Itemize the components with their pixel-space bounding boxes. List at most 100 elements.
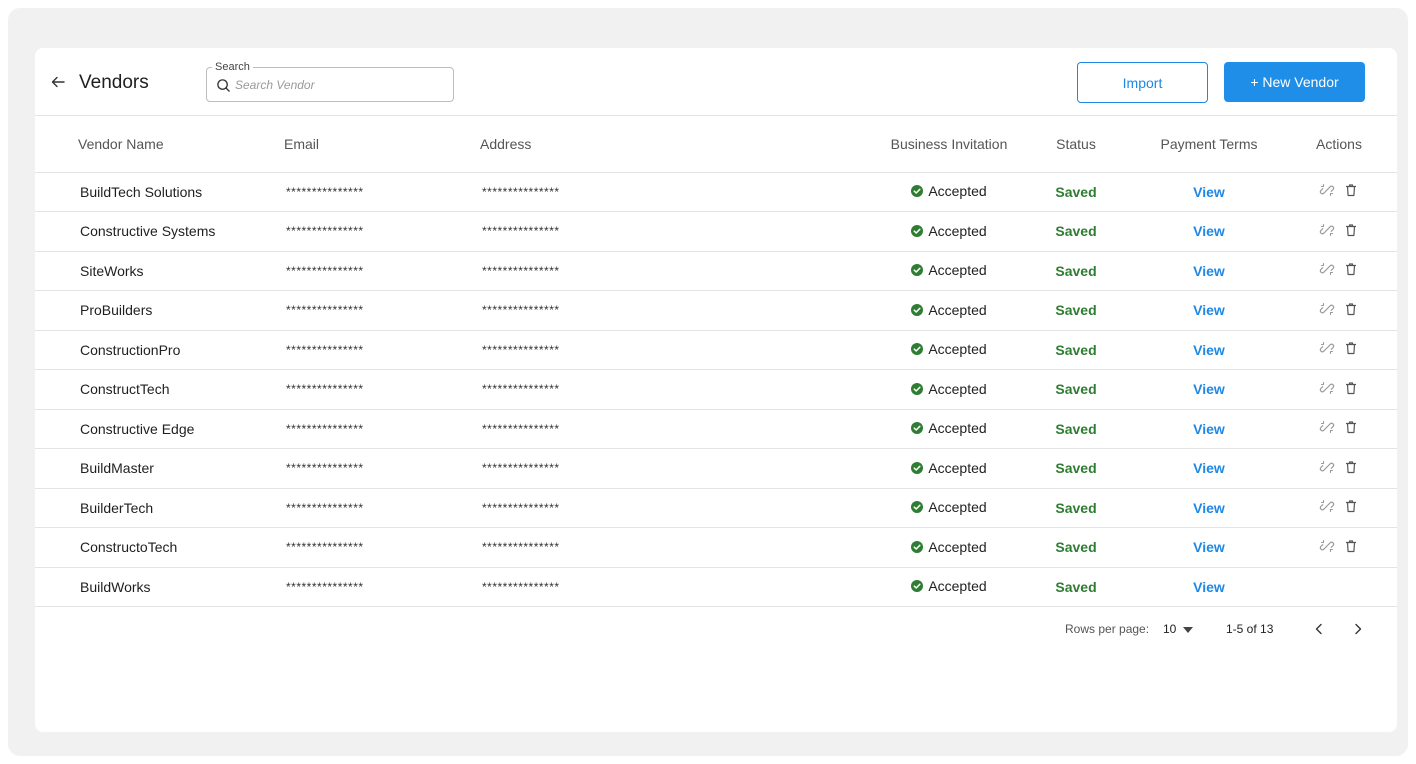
view-payment-terms-link[interactable]: View [1193, 302, 1225, 318]
invitation-cell: Accepted [869, 409, 1029, 449]
table-row[interactable]: BuilderTech *************** **************… [35, 488, 1397, 528]
search-field[interactable]: Search [206, 60, 454, 102]
column-header-payment-terms[interactable]: Payment Terms [1123, 116, 1295, 173]
email-cell: *************** [284, 290, 480, 331]
status-cell: Saved [1029, 369, 1123, 410]
view-payment-terms-link[interactable]: View [1193, 342, 1225, 358]
table-row[interactable]: BuildTech Solutions *************** ******… [35, 172, 1397, 212]
table-row[interactable]: SiteWorks *************** *************** A… [35, 251, 1397, 291]
trash-icon[interactable] [1343, 301, 1359, 317]
view-payment-terms-link[interactable]: View [1193, 184, 1225, 200]
vendor-name-cell: BuilderTech [35, 488, 284, 528]
column-header-address[interactable]: Address [480, 116, 869, 173]
status-cell: Saved [1029, 172, 1123, 212]
table-row[interactable]: BuildMaster *************** **************… [35, 448, 1397, 489]
trash-icon[interactable] [1343, 498, 1359, 514]
status-badge: Saved [1055, 302, 1097, 319]
trash-icon[interactable] [1343, 459, 1359, 475]
invitation-badge: Accepted [911, 341, 987, 357]
status-cell: Saved [1029, 448, 1123, 489]
invitation-status-text: Accepted [928, 222, 987, 239]
actions-cell [1295, 211, 1397, 252]
rows-per-page-select[interactable]: 10 [1163, 622, 1176, 636]
invitation-status-text: Accepted [928, 499, 987, 516]
vendor-name-cell: BuildTech Solutions [35, 172, 284, 212]
view-payment-terms-link[interactable]: View [1193, 381, 1225, 397]
table-row[interactable]: ConstructTech *************** ************… [35, 369, 1397, 410]
actions-cell [1295, 448, 1397, 489]
status-cell: Saved [1029, 211, 1123, 252]
table-row[interactable]: BuildWorks *************** ***************… [35, 567, 1397, 607]
unlink-icon[interactable] [1319, 538, 1335, 554]
check-circle-icon [911, 422, 924, 435]
arrow-left-icon[interactable] [50, 74, 66, 90]
email-cell: *************** [284, 448, 480, 489]
status-cell: Saved [1029, 488, 1123, 528]
view-payment-terms-link[interactable]: View [1193, 223, 1225, 239]
table-row[interactable]: ConstructionPro *************** **********… [35, 330, 1397, 370]
payment-terms-cell: View [1123, 369, 1295, 410]
invitation-cell: Accepted [869, 172, 1029, 212]
table-row[interactable]: ProBuilders *************** **************… [35, 290, 1397, 331]
vendor-name-cell: ConstructionPro [35, 330, 284, 370]
unlink-icon[interactable] [1319, 380, 1335, 396]
check-circle-icon [911, 343, 924, 356]
unlink-icon[interactable] [1319, 459, 1335, 475]
view-payment-terms-link[interactable]: View [1193, 579, 1225, 595]
address-cell: *************** [480, 409, 869, 449]
trash-icon[interactable] [1343, 182, 1359, 198]
trash-icon[interactable] [1343, 538, 1359, 554]
view-payment-terms-link[interactable]: View [1193, 460, 1225, 476]
new-vendor-button[interactable]: + New Vendor [1224, 62, 1365, 102]
table-body: BuildTech Solutions *************** ******… [35, 172, 1397, 607]
unlink-icon[interactable] [1319, 182, 1335, 198]
status-cell: Saved [1029, 290, 1123, 331]
trash-icon[interactable] [1343, 222, 1359, 238]
row-actions [1319, 182, 1359, 198]
invitation-cell: Accepted [869, 527, 1029, 568]
status-badge: Saved [1055, 578, 1097, 595]
invitation-badge: Accepted [911, 222, 987, 239]
trash-icon[interactable] [1343, 340, 1359, 356]
view-payment-terms-link[interactable]: View [1193, 421, 1225, 437]
chevron-right-icon[interactable] [1350, 621, 1366, 637]
address-cell: *************** [480, 172, 869, 212]
import-button[interactable]: Import [1077, 62, 1208, 103]
column-header-status[interactable]: Status [1029, 116, 1123, 173]
column-header-email[interactable]: Email [284, 116, 480, 173]
vendor-name-cell: ConstructTech [35, 369, 284, 410]
trash-icon[interactable] [1343, 261, 1359, 277]
actions-cell [1295, 409, 1397, 449]
row-actions [1319, 498, 1359, 514]
column-header-vendor-name[interactable]: Vendor Name [35, 116, 284, 173]
invitation-status-text: Accepted [928, 420, 987, 437]
trash-icon[interactable] [1343, 380, 1359, 396]
search-input[interactable] [235, 75, 445, 95]
address-cell: *************** [480, 330, 869, 370]
status-cell: Saved [1029, 330, 1123, 370]
unlink-icon[interactable] [1319, 498, 1335, 514]
view-payment-terms-link[interactable]: View [1193, 500, 1225, 516]
view-payment-terms-link[interactable]: View [1193, 263, 1225, 279]
table-row[interactable]: ConstructoTech *************** ***********… [35, 527, 1397, 568]
column-header-business-invitation[interactable]: Business Invitation [869, 116, 1029, 173]
pagination-range: 1-5 of 13 [1226, 622, 1274, 636]
address-cell: *************** [480, 488, 869, 528]
table-row[interactable]: Constructive Edge *************** ********… [35, 409, 1397, 449]
email-cell: *************** [284, 488, 480, 528]
caret-down-icon[interactable] [1183, 627, 1193, 633]
unlink-icon[interactable] [1319, 340, 1335, 356]
table-row[interactable]: Constructive Systems *************** *****… [35, 211, 1397, 252]
unlink-icon[interactable] [1319, 222, 1335, 238]
unlink-icon[interactable] [1319, 301, 1335, 317]
unlink-icon[interactable] [1319, 261, 1335, 277]
chevron-left-icon[interactable] [1311, 621, 1327, 637]
trash-icon[interactable] [1343, 419, 1359, 435]
view-payment-terms-link[interactable]: View [1193, 539, 1225, 555]
search-icon [217, 79, 230, 92]
unlink-icon[interactable] [1319, 419, 1335, 435]
page-title: Vendors [79, 72, 149, 93]
invitation-status-text: Accepted [928, 459, 987, 476]
check-circle-icon [911, 461, 924, 474]
column-header-actions: Actions [1295, 116, 1397, 173]
